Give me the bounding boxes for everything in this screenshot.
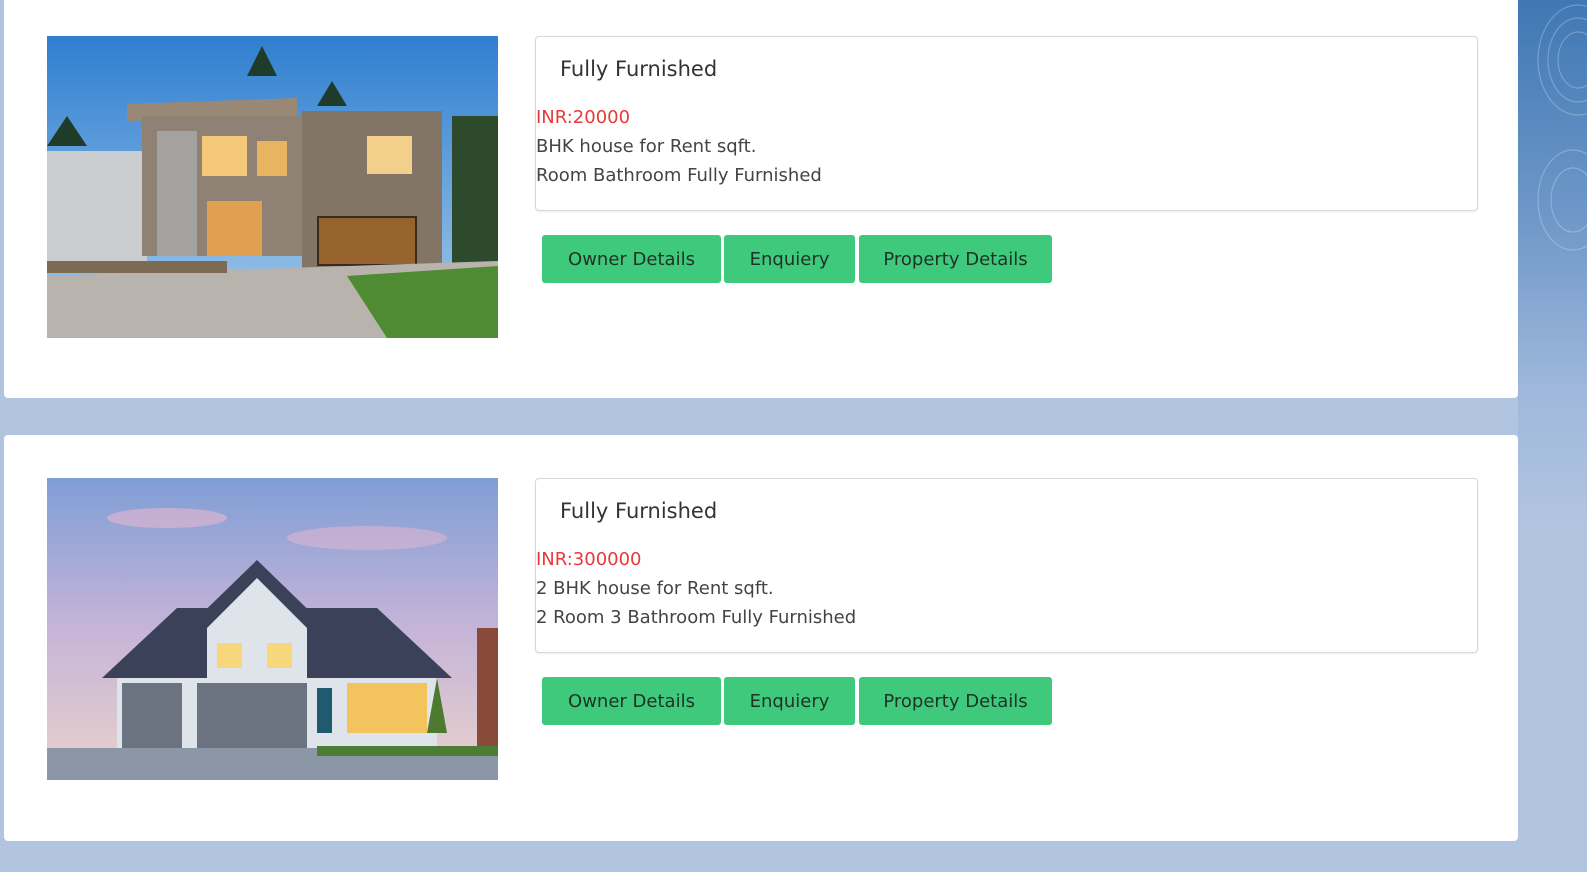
listing-price: INR:300000 <box>536 549 642 570</box>
enquiry-button[interactable]: Enquiery <box>724 235 855 283</box>
owner-details-button[interactable]: Owner Details <box>542 235 721 283</box>
property-details-button[interactable]: Property Details <box>859 235 1052 283</box>
background-pattern <box>1518 0 1587 872</box>
property-photo[interactable] <box>47 478 498 780</box>
listing-card: Fully Furnished INR:300000 2 BHK house f… <box>4 435 1518 841</box>
listing-info-box: Fully Furnished INR:300000 2 BHK house f… <box>535 478 1478 653</box>
property-details-button[interactable]: Property Details <box>859 677 1052 725</box>
listing-card: Fully Furnished INR:20000 BHK house for … <box>4 0 1518 398</box>
listing-description: BHK house for Rent sqft. <box>536 136 757 157</box>
listing-description: 2 BHK house for Rent sqft. <box>536 578 774 599</box>
listing-rooms: 2 Room 3 Bathroom Fully Furnished <box>536 607 857 628</box>
enquiry-button[interactable]: Enquiery <box>724 677 855 725</box>
owner-details-button[interactable]: Owner Details <box>542 677 721 725</box>
listing-info-box: Fully Furnished INR:20000 BHK house for … <box>535 36 1478 211</box>
listing-title: Fully Furnished <box>560 57 718 81</box>
listing-rooms: Room Bathroom Fully Furnished <box>536 165 822 186</box>
listing-price: INR:20000 <box>536 107 631 128</box>
listing-title: Fully Furnished <box>560 499 718 523</box>
property-photo[interactable] <box>47 36 498 338</box>
